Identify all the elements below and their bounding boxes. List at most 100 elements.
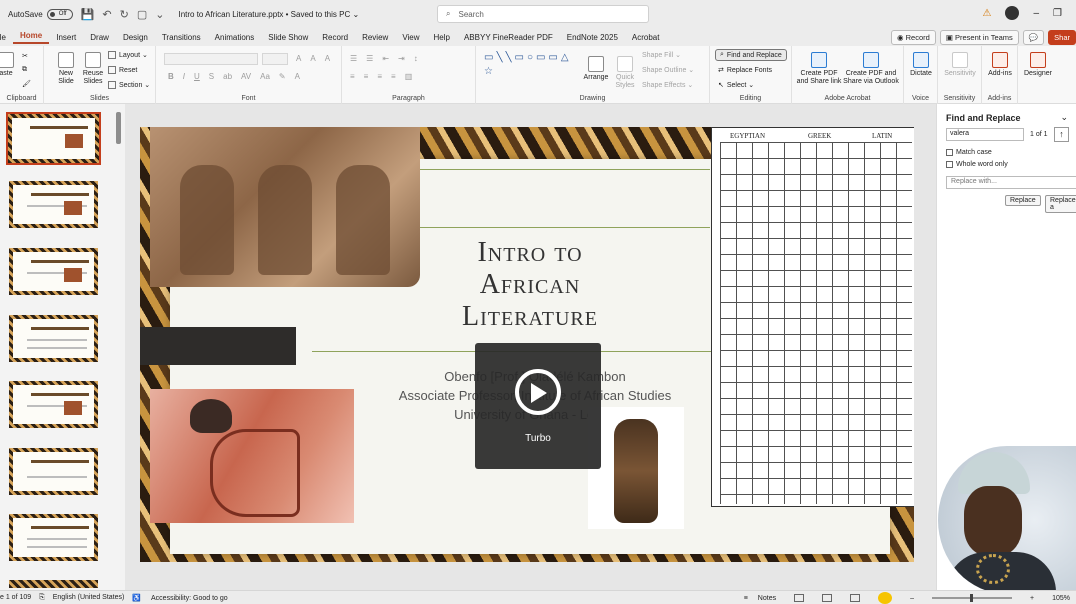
designer-button[interactable]: Designer	[1020, 52, 1056, 78]
zoom-out-icon[interactable]: –	[910, 595, 914, 602]
autosave-toggle[interactable]: Off	[46, 8, 73, 20]
section-button[interactable]: Section ⌄	[108, 81, 150, 89]
select-button[interactable]: ↖ Select ⌄	[718, 81, 754, 89]
tab-record[interactable]: Record	[315, 33, 355, 42]
present-in-teams-button[interactable]: ▣ Present in Teams	[939, 30, 1019, 45]
tab-view[interactable]: View	[395, 33, 426, 42]
tab-design[interactable]: Design	[116, 33, 155, 42]
align-center-icon[interactable]: ≡	[364, 72, 369, 81]
spacing-icon[interactable]: AV	[241, 72, 251, 81]
find-input[interactable]: valera	[946, 128, 1024, 141]
clear-format-icon[interactable]: A	[325, 54, 330, 63]
dark-shape[interactable]	[140, 327, 296, 365]
slide-thumbnail-2[interactable]	[6, 178, 101, 231]
case-icon[interactable]: Aa	[260, 72, 270, 81]
bold-icon[interactable]: B	[168, 72, 174, 81]
columns-icon[interactable]: ▥	[405, 72, 413, 81]
reading-view-icon[interactable]	[850, 594, 861, 602]
comments-button[interactable]: 💬	[1022, 30, 1045, 45]
turbo-overlay[interactable]: Turbo	[475, 343, 601, 469]
slide-thumbnail-1[interactable]	[6, 112, 101, 165]
slide-title[interactable]: Intro to African Literature	[430, 237, 630, 333]
italic-icon[interactable]: I	[183, 72, 185, 81]
slide-thumbnail-7[interactable]	[6, 511, 101, 564]
dictate-button[interactable]: Dictate	[908, 52, 934, 78]
cut-button[interactable]: ✂	[22, 52, 28, 60]
tab-file[interactable]: ile	[0, 33, 13, 42]
quick-styles-button[interactable]: Quick Styles	[612, 56, 638, 90]
replace-button[interactable]: Replace	[1005, 195, 1041, 206]
tab-transitions[interactable]: Transitions	[155, 33, 208, 42]
copy-button[interactable]: ⧉	[22, 66, 27, 74]
justify-icon[interactable]: ≡	[391, 72, 396, 81]
share-button[interactable]: Shar	[1048, 30, 1076, 45]
slide-thumbnail-6[interactable]	[6, 445, 101, 498]
seated-statue-image[interactable]	[588, 407, 684, 529]
replace-all-button[interactable]: Replace a	[1045, 195, 1076, 213]
tab-draw[interactable]: Draw	[83, 33, 116, 42]
tab-review[interactable]: Review	[355, 33, 395, 42]
zoom-level[interactable]: 105%	[1052, 595, 1070, 602]
font-name-select[interactable]	[164, 53, 258, 65]
new-slide-button[interactable]: New Slide	[54, 52, 78, 86]
tab-help[interactable]: Help	[427, 33, 457, 42]
tab-insert[interactable]: Insert	[49, 33, 83, 42]
undo-icon[interactable]: ↶	[102, 8, 111, 21]
accessibility-status[interactable]: ♿ Accessibility: Good to go	[132, 594, 227, 602]
format-painter-button[interactable]: 🖌	[22, 80, 31, 88]
match-case-checkbox[interactable]: Match case	[946, 149, 992, 156]
shrink-font-icon[interactable]: A	[310, 54, 315, 63]
present-icon[interactable]: ▢	[137, 8, 147, 21]
shapes-gallery[interactable]: ▭╲╲▭○▭▭△⌐⌐⇩⇨⇧⊕△⌐◠◠{}☆	[484, 51, 572, 91]
shape-fill-button[interactable]: Shape Fill ⌄	[642, 51, 681, 59]
alphabet-comparison-chart[interactable]: EGYPTIAN GREEK LATIN	[711, 127, 914, 507]
highlight-color-icon[interactable]: ✎	[279, 72, 286, 81]
add-ins-button[interactable]: Add-ins	[984, 52, 1016, 78]
document-title[interactable]: Intro to African Literature.pptx • Saved…	[178, 10, 359, 19]
layout-button[interactable]: Layout ⌄	[108, 51, 148, 59]
align-right-icon[interactable]: ≡	[377, 72, 382, 81]
replace-input[interactable]: Replace with...	[946, 176, 1076, 189]
spellcheck-icon[interactable]: ⎘	[39, 594, 45, 602]
shape-outline-button[interactable]: Shape Outline ⌄	[642, 66, 694, 74]
previous-match-icon[interactable]: ↑	[1054, 127, 1069, 142]
tab-acrobat[interactable]: Acrobat	[625, 33, 667, 42]
bullets-icon[interactable]: ☰	[350, 54, 357, 63]
warning-icon[interactable]: ⚠	[983, 8, 992, 19]
egyptian-painting-image[interactable]	[150, 389, 354, 523]
search-input[interactable]: ⌕ Search	[437, 5, 649, 23]
save-icon[interactable]: 💾	[81, 8, 95, 21]
slideshow-icon[interactable]	[878, 592, 893, 604]
shadow-icon[interactable]: ab	[223, 72, 232, 81]
slide-sorter-icon[interactable]	[822, 594, 833, 602]
language-indicator[interactable]: English (United States)	[53, 594, 125, 601]
reset-button[interactable]: Reset	[108, 66, 137, 74]
slide-thumbnail-4[interactable]	[6, 312, 101, 365]
create-pdf-outlook-button[interactable]: Create PDF and Share via Outlook	[842, 52, 900, 86]
sensitivity-button[interactable]: Sensitivity	[942, 52, 978, 78]
thumbnails-scrollbar[interactable]	[116, 112, 121, 144]
decrease-indent-icon[interactable]: ⇤	[382, 54, 389, 63]
tab-slide-show[interactable]: Slide Show	[261, 33, 315, 42]
normal-view-icon[interactable]	[794, 594, 805, 602]
slide-thumbnail-5[interactable]	[6, 378, 101, 431]
avatar[interactable]	[1005, 6, 1020, 20]
restore-icon[interactable]: ❐	[1053, 8, 1062, 19]
zoom-in-icon[interactable]: +	[1030, 595, 1034, 602]
shape-effects-button[interactable]: Shape Effects ⌄	[642, 81, 693, 89]
record-button[interactable]: ◉ Record	[891, 30, 936, 45]
font-size-select[interactable]	[262, 53, 288, 65]
underline-icon[interactable]: U	[194, 72, 200, 81]
arrange-button[interactable]: Arrange	[582, 56, 610, 82]
redo-icon[interactable]: ↻	[120, 8, 129, 21]
slide-thumbnail-8[interactable]	[6, 577, 101, 589]
notes-button[interactable]: ≡ Notes	[744, 595, 776, 602]
paste-button[interactable]: aste	[0, 52, 16, 78]
numbering-icon[interactable]: ☰	[366, 54, 373, 63]
font-color-icon[interactable]: A	[295, 72, 300, 81]
slide-thumbnail-3[interactable]	[6, 245, 101, 298]
strike-icon[interactable]: S	[209, 72, 214, 81]
zoom-slider[interactable]	[932, 594, 1012, 602]
tab-abbyy[interactable]: ABBYY FineReader PDF	[457, 33, 560, 42]
align-left-icon[interactable]: ≡	[350, 72, 355, 81]
